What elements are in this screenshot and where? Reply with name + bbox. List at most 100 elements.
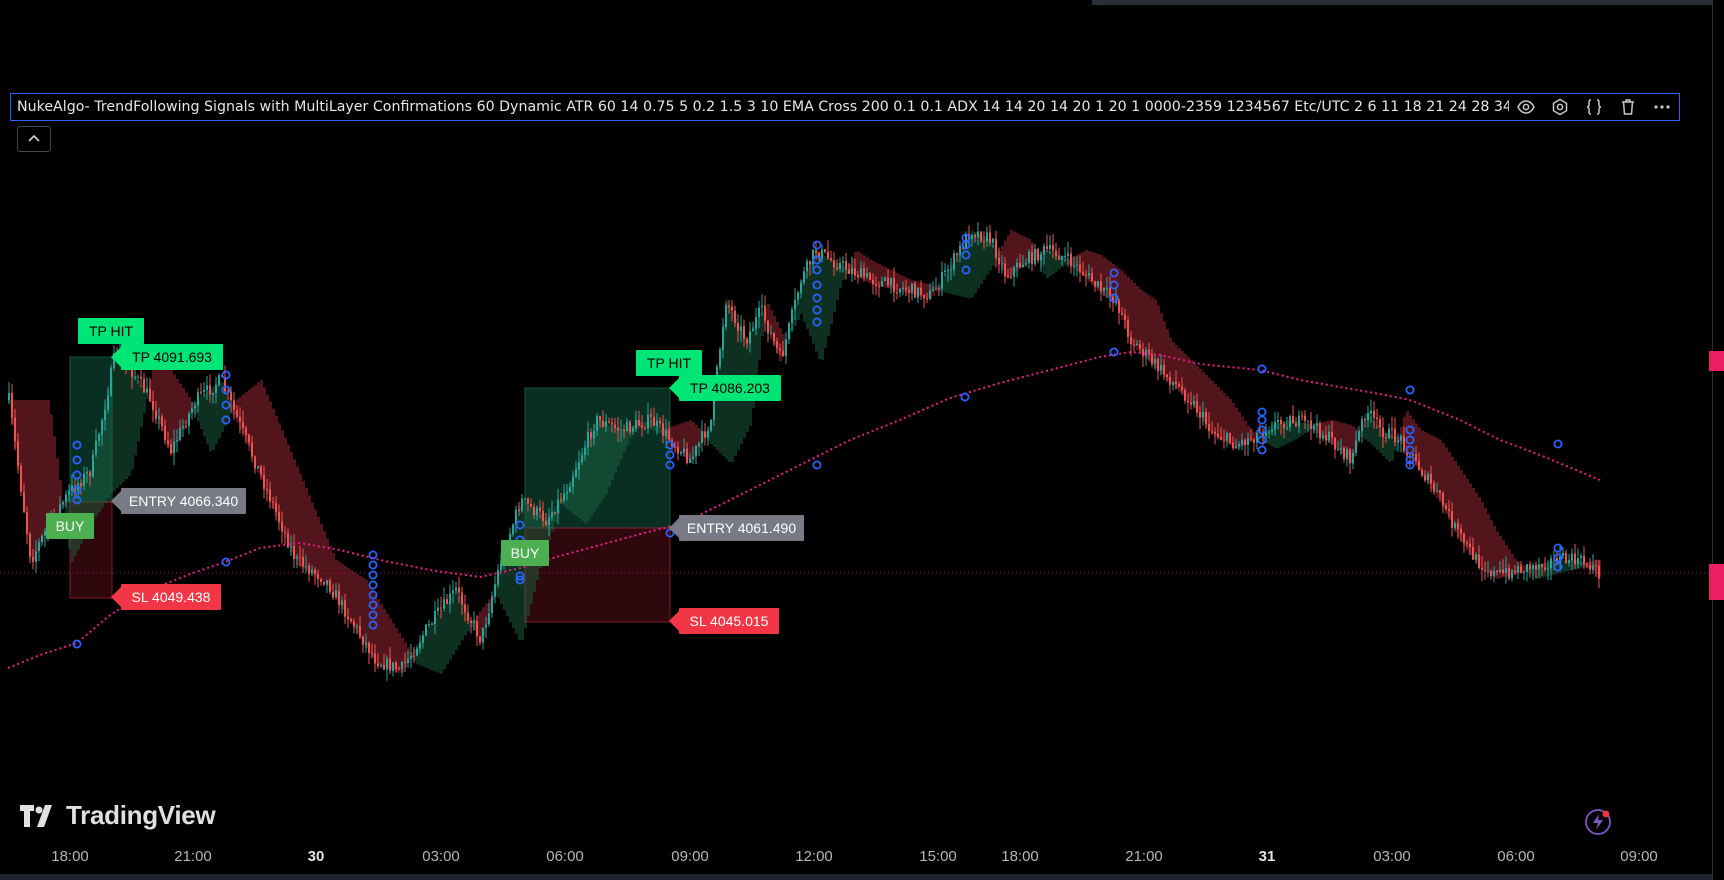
candle-body [863,268,865,277]
candle-body [266,489,268,491]
candle-body [326,580,328,585]
cloud-slice [440,610,443,674]
candle-body [365,642,367,645]
quick-action-button[interactable] [1582,806,1614,838]
candle-body [884,277,886,281]
candle-body [1268,431,1270,433]
more-icon[interactable] [1645,95,1679,119]
time-axis-label: 09:00 [671,848,709,865]
candle-body [1379,419,1381,428]
ema-signal-dot [1553,439,1563,449]
indicator-title[interactable]: NukeAlgo- TrendFollowing Signals with Mu… [17,99,1509,115]
candle-body [1502,569,1504,573]
candle-body [896,292,898,294]
candle-body [1547,568,1549,570]
candle-body [419,642,421,649]
candle-body [638,419,640,426]
candle-body [1073,265,1075,267]
candle-body [1226,432,1228,441]
candle-body [1211,431,1213,433]
candle-body [1127,320,1129,338]
candle-body [1190,402,1192,405]
candle-body [1301,415,1303,417]
candle-body [983,241,985,243]
candle-body [539,507,541,511]
candle-body [1418,460,1420,470]
candle-body [656,420,658,426]
candle-body [251,442,253,457]
candle-body [725,305,727,328]
candle-body [413,655,415,657]
candle-body [152,401,154,411]
source-code-icon[interactable] [1577,95,1611,119]
candle-body [1520,566,1522,574]
cloud-slice [770,310,773,339]
candle-body [1028,251,1030,264]
candle-body [26,512,28,534]
price-axis[interactable] [1712,0,1724,880]
candle-body [1586,564,1588,566]
entry-price-label-text: ENTRY 4061.490 [687,520,796,536]
cloud-slice [53,436,56,520]
candle-body [1478,554,1480,568]
candle-body [170,444,172,454]
candle-body [1067,253,1069,256]
tradingview-logo: TradingView [20,800,216,831]
chart-stage[interactable]: TP HIT TP 4091.693 ENTRY 4066.340 BUY SL 404… [0,0,1724,880]
candle-body [1319,423,1321,439]
candle-body [593,430,595,439]
candle-body [1583,555,1585,565]
cloud-slice [296,466,299,565]
candle-body [1448,508,1450,512]
candle-body [581,455,583,463]
cloud-slice [680,423,683,454]
cloud-slice [113,360,116,491]
candle-body [398,668,400,670]
eye-icon[interactable] [1509,95,1543,119]
candle-body [1070,253,1072,267]
candle-body [458,587,460,593]
candle-body [950,269,952,271]
candle-body [692,456,694,459]
candle-body [1064,255,1066,257]
candle-body [668,430,670,440]
candle-body [1076,264,1078,266]
sl-price-label: SL 4049.438 [111,584,221,610]
candle-body [980,231,982,242]
collapse-legend-button[interactable] [17,126,51,152]
candle-body [1169,376,1171,385]
candle-body [566,492,568,494]
candle-body [314,569,316,574]
candle-body [272,501,274,503]
candle-body [1019,262,1021,268]
candle-body [1529,564,1531,570]
candle-body [197,391,199,406]
candle-body [425,624,427,636]
candle-body [1325,435,1327,441]
trash-icon[interactable] [1611,95,1645,119]
candle-body [596,416,598,431]
cloud-slice [116,351,119,488]
candle-body [1355,440,1357,453]
candle-body [680,452,682,454]
candle-body [1538,564,1540,570]
candle-body [434,611,436,624]
price-chart[interactable]: TP HIT TP 4091.693 ENTRY 4066.340 BUY SL 404… [0,0,1712,870]
candle-body [953,253,955,270]
trade-labels: TP HIT TP 4091.693 ENTRY 4066.340 BUY SL 404… [46,318,804,634]
candle-body [1496,570,1498,572]
settings-icon[interactable] [1543,95,1577,119]
candle-body [674,446,676,448]
indicator-legend[interactable]: NukeAlgo- TrendFollowing Signals with Mu… [10,93,1680,121]
candle-body [1514,570,1516,573]
candle-body [947,269,949,271]
candle-body [1205,411,1207,425]
candle-body [1085,274,1087,276]
candle-body [1493,570,1495,577]
candle-body [1466,542,1468,544]
candle-body [941,271,943,289]
candle-body [41,535,43,543]
candle-body [1289,416,1291,428]
candle-body [395,662,397,669]
candle-body [848,269,850,274]
